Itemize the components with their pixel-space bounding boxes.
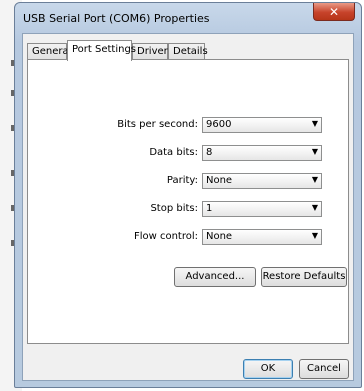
port-settings-panel: Bits per second: 9600 ▼ Data bits: 8 ▼ P… bbox=[27, 59, 349, 344]
ok-button[interactable]: OK bbox=[243, 359, 293, 379]
data-bits-value: 8 bbox=[206, 147, 213, 158]
dialog-client-area: General Port Settings Driver Details Bit… bbox=[22, 33, 354, 381]
chevron-down-icon: ▼ bbox=[311, 147, 318, 156]
bits-per-second-select[interactable]: 9600 ▼ bbox=[202, 117, 322, 133]
tab-driver[interactable]: Driver bbox=[132, 43, 168, 60]
stop-bits-value: 1 bbox=[206, 203, 213, 214]
parity-select[interactable]: None ▼ bbox=[202, 173, 322, 189]
chevron-down-icon: ▼ bbox=[311, 175, 318, 184]
tab-port-settings[interactable]: Port Settings bbox=[67, 40, 136, 61]
chevron-down-icon: ▼ bbox=[311, 231, 318, 240]
title-bar[interactable]: USB Serial Port (COM6) Properties ✕ bbox=[15, 3, 361, 33]
parity-label: Parity: bbox=[166, 175, 198, 186]
parity-value: None bbox=[206, 175, 233, 186]
close-icon: ✕ bbox=[328, 4, 340, 19]
stop-bits-label: Stop bits: bbox=[150, 203, 198, 214]
chevron-down-icon: ▼ bbox=[311, 203, 318, 212]
window-title: USB Serial Port (COM6) Properties bbox=[23, 12, 210, 25]
bits-per-second-label: Bits per second: bbox=[117, 119, 198, 130]
data-bits-select[interactable]: 8 ▼ bbox=[202, 145, 322, 161]
bits-per-second-value: 9600 bbox=[206, 119, 232, 130]
tab-general[interactable]: General bbox=[27, 43, 71, 60]
stop-bits-select[interactable]: 1 ▼ bbox=[202, 201, 322, 217]
advanced-button[interactable]: Advanced... bbox=[174, 267, 256, 287]
data-bits-label: Data bits: bbox=[149, 147, 198, 158]
flow-control-label: Flow control: bbox=[133, 231, 198, 242]
properties-dialog: USB Serial Port (COM6) Properties ✕ Gene… bbox=[14, 2, 362, 388]
tab-details[interactable]: Details bbox=[168, 43, 208, 60]
flow-control-value: None bbox=[206, 231, 233, 242]
flow-control-select[interactable]: None ▼ bbox=[202, 229, 322, 245]
restore-defaults-button[interactable]: Restore Defaults bbox=[261, 267, 347, 287]
cancel-button[interactable]: Cancel bbox=[299, 359, 349, 379]
chevron-down-icon: ▼ bbox=[311, 119, 318, 128]
close-button[interactable]: ✕ bbox=[313, 3, 355, 21]
